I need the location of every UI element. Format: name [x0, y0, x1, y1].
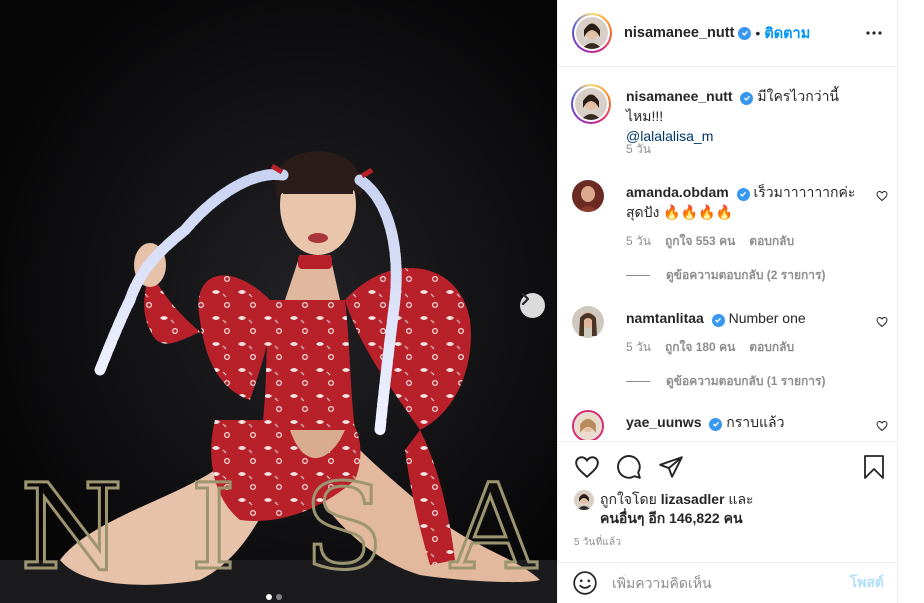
like-comment-heart-icon[interactable] [876, 420, 888, 432]
view-replies-button[interactable]: ดูข้อความตอบกลับ (1 รายการ) [626, 372, 825, 391]
carousel-dot [276, 594, 282, 600]
comment-time[interactable]: 5 วัน [626, 232, 651, 251]
comment-username[interactable]: amanda.obdam [626, 184, 729, 200]
bookmark-save-icon[interactable] [862, 454, 886, 480]
overlay-letter: N [18, 458, 128, 596]
overlay-text-nisa: N I S A [18, 458, 540, 596]
emoji-smiley-icon[interactable] [572, 570, 598, 596]
like-heart-icon[interactable] [574, 454, 600, 480]
carousel-dot-active [266, 594, 272, 600]
comment-username[interactable]: yae_uunws [626, 414, 701, 430]
comment-meta: 5 วัน ถูกใจ 180 คน ตอบกลับ [626, 338, 794, 357]
post-side-panel: nisamanee_nutt • ติดตาม nisamanee_nutt ม… [557, 0, 898, 603]
comment-bubble-icon[interactable] [616, 454, 642, 480]
comments-list[interactable]: nisamanee_nutt มีใครไวกว่านี้ไหม!!! @lal… [558, 68, 898, 440]
view-replies-button[interactable]: ดูข้อความตอบกลับ (2 รายการ) [626, 266, 825, 285]
like-comment-heart-icon[interactable] [876, 316, 888, 328]
avatar-image [575, 88, 607, 120]
caption-avatar[interactable] [571, 84, 611, 124]
verified-badge-icon [736, 187, 750, 201]
overlay-letter: S [302, 458, 389, 596]
likes-conj: และ [728, 491, 754, 507]
comment-reply-button[interactable]: ตอบกลับ [749, 232, 794, 251]
likes-summary: ถูกใจโดย lizasadler และ คนอื่นๆ อีก 146,… [574, 490, 810, 528]
avatar-image [576, 17, 608, 49]
add-comment-input[interactable] [612, 575, 832, 591]
view-replies-label: ดูข้อความตอบกลับ (2 รายการ) [666, 268, 826, 282]
follow-button[interactable]: ติดตาม [764, 22, 810, 45]
avatar-image [574, 490, 594, 510]
avatar-image [572, 180, 604, 212]
commenter-avatar[interactable] [572, 180, 604, 212]
verified-badge-icon [711, 313, 725, 327]
share-paper-plane-icon[interactable] [658, 454, 684, 480]
likes-prefix: ถูกใจโดย [600, 491, 657, 507]
commenter-avatar[interactable] [572, 410, 604, 440]
page-gutter [898, 0, 924, 603]
comment-likes[interactable]: ถูกใจ 180 คน [665, 338, 735, 357]
author-avatar[interactable] [572, 13, 612, 53]
comment-meta: 5 วัน ถูกใจ 553 คน ตอบกลับ [626, 232, 794, 251]
more-options-icon[interactable] [865, 24, 883, 42]
carousel-next-button[interactable] [520, 293, 545, 318]
post-timestamp[interactable]: 5 วันที่แล้ว [574, 535, 621, 550]
comment-time[interactable]: 5 วัน [626, 338, 651, 357]
verified-badge-icon [740, 91, 754, 105]
caption-text: nisamanee_nutt มีใครไวกว่านี้ไหม!!! @lal… [626, 86, 876, 146]
comment-text: yae_uunws กราบแล้ว [626, 412, 876, 432]
comment-username[interactable]: namtanlitaa [626, 310, 704, 326]
likes-others-count[interactable]: คนอื่นๆ อีก 146,822 คน [600, 510, 743, 526]
view-replies-label: ดูข้อความตอบกลับ (1 รายการ) [666, 374, 826, 388]
post-header: nisamanee_nutt • ติดตาม [558, 0, 897, 67]
action-icons [574, 454, 684, 480]
separator-dot: • [755, 25, 761, 41]
chevron-right-icon [521, 293, 530, 305]
verified-badge-icon [709, 417, 723, 431]
like-comment-heart-icon[interactable] [876, 190, 888, 202]
comment-likes[interactable]: ถูกใจ 553 คน [665, 232, 735, 251]
avatar-image [574, 412, 602, 440]
carousel-indicator [266, 594, 282, 600]
comment-text: namtanlitaa Number one [626, 308, 876, 328]
replies-divider [626, 275, 650, 276]
caption-meta: 5 วัน [626, 140, 651, 159]
avatar-image [572, 306, 604, 338]
caption-time[interactable]: 5 วัน [626, 140, 651, 159]
overlay-letter: A [449, 458, 540, 596]
liker-avatar[interactable] [574, 490, 594, 510]
likes-text: ถูกใจโดย lizasadler และ คนอื่นๆ อีก 146,… [600, 490, 810, 528]
post-actions: ถูกใจโดย lizasadler และ คนอื่นๆ อีก 146,… [558, 441, 898, 549]
verified-badge-icon [738, 26, 752, 40]
comment-reply-button[interactable]: ตอบกลับ [749, 338, 794, 357]
comment-text: amanda.obdam เร็วมาาาาาากค่ะ สุดปัง 🔥🔥🔥🔥 [626, 182, 876, 222]
comment-body: Number one [728, 310, 806, 326]
commenter-avatar[interactable] [572, 306, 604, 338]
overlay-letter: I [188, 458, 241, 596]
comment-body: กราบแล้ว [726, 414, 785, 430]
liker-username[interactable]: lizasadler [661, 491, 725, 507]
author-username[interactable]: nisamanee_nutt [624, 25, 734, 41]
replies-divider [626, 381, 650, 382]
post-comment-button[interactable]: โพสต์ [850, 572, 884, 594]
add-comment-bar: โพสต์ [558, 562, 898, 603]
caption-username[interactable]: nisamanee_nutt [626, 88, 733, 104]
post-photo[interactable]: N I S A [0, 0, 557, 603]
